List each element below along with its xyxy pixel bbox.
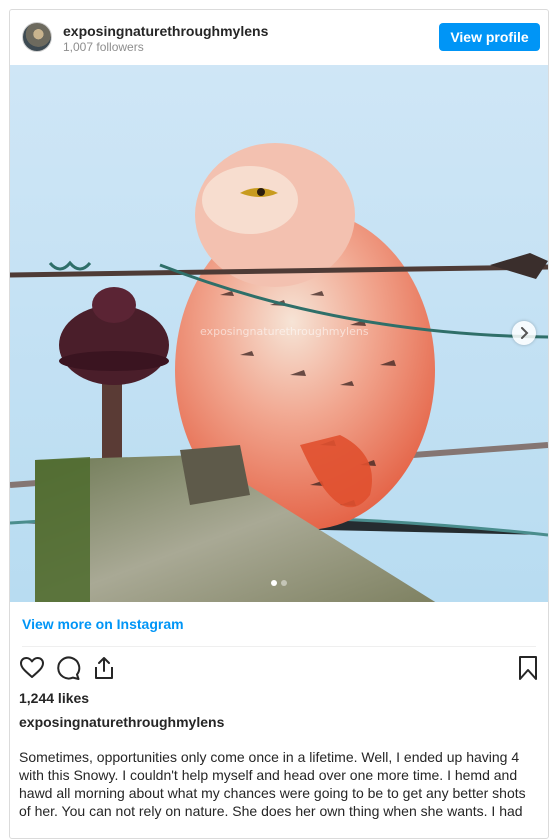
carousel-dot-active	[271, 580, 277, 586]
post-image[interactable]: exposingnaturethroughmylens	[10, 65, 548, 602]
divider	[22, 646, 536, 647]
carousel-next-button[interactable]	[512, 321, 536, 345]
view-more-on-instagram-link[interactable]: View more on Instagram	[22, 616, 184, 632]
chevron-right-icon	[521, 327, 529, 339]
profile-username[interactable]: exposingnaturethroughmylens	[63, 23, 268, 39]
like-count[interactable]: 1,244 likes	[19, 690, 89, 706]
follower-count: 1,007 followers	[63, 40, 144, 54]
share-icon[interactable]	[91, 655, 117, 681]
heart-icon[interactable]	[19, 655, 45, 681]
carousel-indicator	[10, 580, 548, 586]
caption-username[interactable]: exposingnaturethroughmylens	[19, 714, 224, 730]
view-profile-button[interactable]: View profile	[439, 23, 540, 51]
owl-photo: exposingnaturethroughmylens	[10, 65, 548, 602]
avatar[interactable]	[22, 22, 52, 52]
comment-icon[interactable]	[55, 655, 81, 681]
post-caption: Sometimes, opportunities only come once …	[19, 749, 526, 819]
instagram-embed-card: exposingnaturethroughmylens 1,007 follow…	[9, 9, 549, 839]
post-actions	[10, 655, 548, 685]
carousel-dot	[281, 580, 287, 586]
bookmark-icon[interactable]	[515, 655, 541, 681]
post-header: exposingnaturethroughmylens 1,007 follow…	[10, 10, 548, 65]
image-watermark: exposingnaturethroughmylens	[200, 325, 369, 338]
